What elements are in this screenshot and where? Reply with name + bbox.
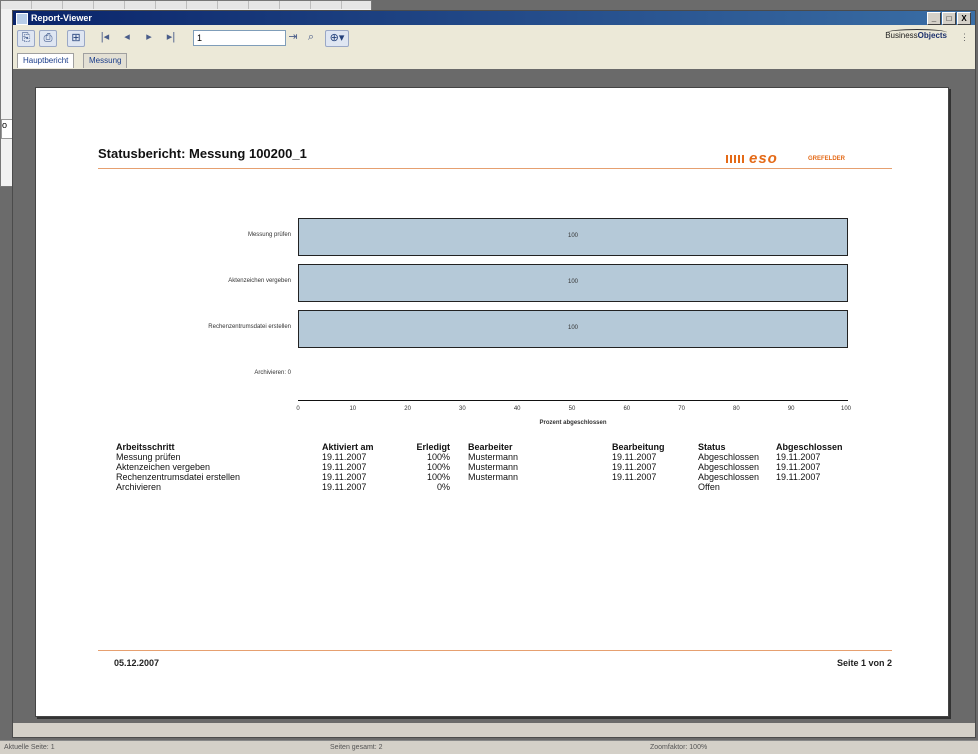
table-cell: 19.11.2007 xyxy=(322,472,367,482)
table-cell: 19.11.2007 xyxy=(776,452,821,462)
table-cell: 100% xyxy=(426,462,450,472)
report-viewport[interactable]: Statusbericht: Messung 100200_1 eso GREF… xyxy=(13,69,975,723)
table-cell: 19.11.2007 xyxy=(612,472,657,482)
table-header-cell: Erledigt xyxy=(416,442,450,452)
table-header-cell: Aktiviert am xyxy=(322,442,374,452)
table-cell: 100% xyxy=(426,452,450,462)
x-tick-label: 100 xyxy=(840,406,851,412)
eso-logo: eso xyxy=(726,150,778,167)
table-cell: 100% xyxy=(426,472,450,482)
table-cell: 19.11.2007 xyxy=(322,452,367,462)
x-tick-label: 70 xyxy=(678,406,685,412)
bar: 100 xyxy=(298,218,848,256)
table-header-cell: Bearbeitung xyxy=(612,442,665,452)
goto-page-icon[interactable]: ⇥ xyxy=(287,30,299,45)
report-tabs: Hauptbericht Messung xyxy=(13,51,975,70)
minimize-button[interactable]: _ xyxy=(927,12,941,25)
x-tick-label: 10 xyxy=(349,406,357,412)
bar-value-label: 100 xyxy=(567,325,578,331)
table-header-cell: Abgeschlossen xyxy=(776,442,843,452)
brand-logo: BusinessObjects xyxy=(885,31,947,40)
tab-hauptbericht[interactable]: Hauptbericht xyxy=(17,53,75,68)
x-axis-title: Prozent abgeschlossen xyxy=(539,420,607,426)
x-tick-label: 20 xyxy=(404,406,411,412)
bar: 100 xyxy=(298,264,848,302)
table-header-cell: Bearbeiter xyxy=(468,442,513,452)
bar-category-label: Messung prüfen xyxy=(247,232,291,238)
x-axis-line xyxy=(298,400,848,401)
report-title: Statusbericht: Messung 100200_1 xyxy=(98,146,307,161)
bar-category-label: Rechenzentrumsdatei erstellen xyxy=(208,324,291,330)
status-current-page: Aktuelle Seite: 1 xyxy=(4,744,55,751)
table-cell: 19.11.2007 xyxy=(776,462,821,472)
maximize-button[interactable]: □ xyxy=(942,12,956,25)
last-page-icon[interactable]: ▸| xyxy=(165,30,177,45)
x-tick-label: 50 xyxy=(568,406,576,412)
first-page-icon[interactable]: |◂ xyxy=(99,30,111,45)
report-viewer-window: Report-Viewer _ □ X ⎘ ⎙ ⊞ |◂ ◂ ▸ ▸| 1 ⇥ … xyxy=(12,10,976,738)
toolbar: ⎘ ⎙ ⊞ |◂ ◂ ▸ ▸| 1 ⇥ ⌕ ⊕▾ BusinessObjects… xyxy=(13,25,975,52)
toolbar-grip-icon: ⋮ xyxy=(960,32,969,42)
bar-category-label: Archivieren: 0 xyxy=(254,370,291,376)
x-tick-label: 90 xyxy=(787,406,795,412)
export-icon[interactable]: ⎘ xyxy=(17,30,35,47)
table-cell: 19.11.2007 xyxy=(612,452,657,462)
x-tick-label: 0 xyxy=(296,406,300,412)
table-cell: 19.11.2007 xyxy=(322,482,367,492)
table-cell: 19.11.2007 xyxy=(776,472,821,482)
table-header-cell: Arbeitsschritt xyxy=(116,442,175,452)
tab-messung[interactable]: Messung xyxy=(83,53,128,68)
eso-logo-subtitle: GREFELDER xyxy=(808,156,846,162)
header-rule xyxy=(98,168,892,169)
footer-page-number: Seite 1 von 2 xyxy=(836,658,892,668)
table-cell: Abgeschlossen xyxy=(698,452,760,462)
table-header-cell: Status xyxy=(698,442,726,452)
search-icon[interactable]: ⌕ xyxy=(305,30,317,45)
table-cell: Offen xyxy=(698,482,720,492)
report-page: Statusbericht: Messung 100200_1 eso GREF… xyxy=(35,87,949,717)
page-number-input[interactable]: 1 xyxy=(193,30,286,46)
bar-value-label: 100 xyxy=(567,279,578,285)
table-cell: 0% xyxy=(436,482,450,492)
status-bar: Aktuelle Seite: 1 Seiten gesamt: 2 Zoomf… xyxy=(0,740,978,754)
table-cell: 19.11.2007 xyxy=(612,462,657,472)
table-cell: Messung prüfen xyxy=(116,452,181,462)
table-cell: Mustermann xyxy=(468,452,519,462)
previous-page-icon[interactable]: ◂ xyxy=(121,30,133,45)
close-button[interactable]: X xyxy=(957,12,971,25)
group-tree-icon[interactable]: ⊞ xyxy=(67,30,85,47)
footer-date: 05.12.2007 xyxy=(114,658,160,668)
print-icon[interactable]: ⎙ xyxy=(39,30,57,47)
title-bar[interactable]: Report-Viewer _ □ X xyxy=(13,11,975,25)
x-tick-label: 30 xyxy=(459,406,466,412)
background-grid xyxy=(1,1,371,9)
bar-value-label: 100 xyxy=(567,233,578,239)
app-icon xyxy=(16,13,28,25)
bar: 100 xyxy=(298,310,848,348)
table-cell: 19.11.2007 xyxy=(322,462,367,472)
table-cell: Abgeschlossen xyxy=(698,472,760,482)
table-cell: Aktenzeichen vergeben xyxy=(116,462,211,472)
zoom-icon[interactable]: ⊕▾ xyxy=(325,30,349,47)
status-zoom: Zoomfaktor: 100% xyxy=(650,744,708,751)
window-title: Report-Viewer xyxy=(31,13,92,23)
next-page-icon[interactable]: ▸ xyxy=(143,30,155,45)
x-tick-label: 60 xyxy=(623,406,631,412)
table-cell: Abgeschlossen xyxy=(698,462,760,472)
table-cell: Rechenzentrumsdatei erstellen xyxy=(116,472,241,482)
x-tick-label: 40 xyxy=(513,406,521,412)
table-cell: Archivieren xyxy=(116,482,162,492)
table-cell: Mustermann xyxy=(468,472,519,482)
table-cell: Mustermann xyxy=(468,462,519,472)
status-total-pages: Seiten gesamt: 2 xyxy=(330,744,383,751)
footer-rule xyxy=(98,650,892,651)
bar-category-label: Aktenzeichen vergeben xyxy=(228,278,291,284)
x-tick-label: 80 xyxy=(733,406,740,412)
